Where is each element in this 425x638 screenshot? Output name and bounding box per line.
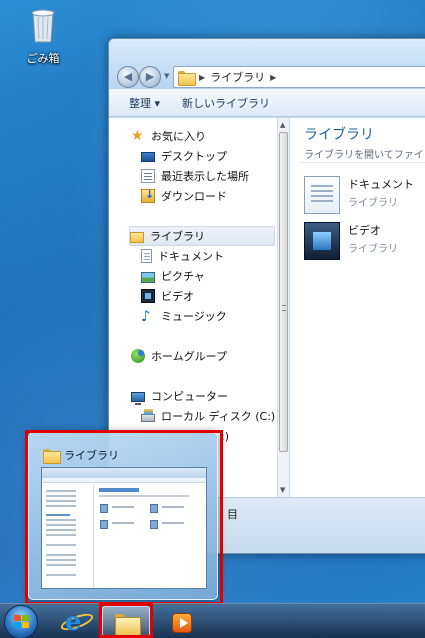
star-icon: ★ bbox=[131, 128, 144, 144]
back-button[interactable]: ◀ bbox=[117, 66, 139, 88]
library-item-documents[interactable]: ドキュメント ライブラリ bbox=[304, 176, 414, 214]
library-item-kind: ライブラリ bbox=[348, 198, 398, 209]
nav-favorites[interactable]: ★ お気に入り bbox=[131, 126, 206, 146]
nav-music[interactable]: ♪ ミュージック bbox=[141, 306, 227, 326]
breadcrumb-arrow-icon[interactable]: ▶ bbox=[199, 73, 205, 82]
nav-computer-label: コンピューター bbox=[151, 390, 228, 403]
computer-icon bbox=[131, 391, 145, 405]
address-bar[interactable]: ▶ ライブラリ ▶ bbox=[173, 66, 425, 88]
homegroup-icon bbox=[131, 349, 145, 363]
nav-documents[interactable]: ドキュメント bbox=[141, 246, 224, 266]
video-icon bbox=[141, 289, 155, 303]
desktop-icon bbox=[141, 152, 155, 162]
nav-pictures[interactable]: ピクチャ bbox=[141, 266, 205, 286]
document-icon bbox=[141, 249, 152, 263]
nav-recent-label: 最近表示した場所 bbox=[161, 170, 249, 183]
breadcrumb-libraries[interactable]: ライブラリ bbox=[210, 69, 265, 85]
nav-downloads[interactable]: ダウンロード bbox=[141, 186, 227, 206]
scroll-up-icon[interactable]: ▲ bbox=[280, 121, 285, 129]
nav-recent-places[interactable]: 最近表示した場所 bbox=[141, 166, 249, 186]
videos-library-icon bbox=[304, 222, 340, 260]
nav-documents-label: ドキュメント bbox=[158, 250, 224, 263]
navigation-scrollbar[interactable]: ▲ ▼ bbox=[277, 118, 289, 497]
content-subtitle: ライブラリを開いてファイ bbox=[304, 150, 424, 161]
nav-local-disk[interactable]: ローカル ディスク (C:) bbox=[141, 406, 275, 426]
nav-downloads-label: ダウンロード bbox=[161, 190, 227, 203]
library-item-name: ビデオ bbox=[348, 224, 381, 237]
nav-homegroup[interactable]: ホームグループ bbox=[131, 346, 227, 366]
nav-videos[interactable]: ビデオ bbox=[141, 286, 194, 306]
highlight-frame-taskbar bbox=[99, 603, 153, 638]
picture-icon bbox=[141, 271, 155, 283]
documents-library-icon bbox=[304, 176, 340, 214]
nav-favorites-label: お気に入り bbox=[151, 130, 206, 143]
nav-homegroup-label: ホームグループ bbox=[151, 350, 228, 363]
taskbar-internet-explorer[interactable]: e bbox=[58, 606, 100, 638]
nav-second-drive-label: :) bbox=[221, 429, 229, 443]
nav-desktop[interactable]: デスクトップ bbox=[141, 146, 227, 166]
content-title: ライブラリ bbox=[304, 127, 374, 143]
nav-second-drive-clipped[interactable]: :) bbox=[221, 426, 229, 446]
downloads-icon bbox=[141, 188, 155, 203]
recent-pages-dropdown[interactable]: ▼ bbox=[164, 72, 169, 80]
library-folder-icon bbox=[130, 231, 144, 243]
organize-button[interactable]: 整理 ▾ bbox=[129, 95, 160, 111]
internet-explorer-icon: e bbox=[65, 607, 82, 637]
breadcrumb-arrow-icon[interactable]: ▶ bbox=[270, 73, 276, 82]
nav-libraries[interactable]: ライブラリ bbox=[129, 226, 275, 246]
command-bar: 整理 ▾ 新しいライブラリ bbox=[109, 89, 425, 117]
details-pane-glyph: 目 bbox=[227, 508, 238, 521]
new-library-button[interactable]: 新しいライブラリ bbox=[182, 95, 270, 111]
recycle-bin-label: ごみ箱 bbox=[26, 52, 60, 65]
thumbnail-title-bar: ライブラリ bbox=[43, 447, 119, 464]
recent-places-icon bbox=[141, 169, 155, 183]
recycle-bin[interactable]: ごみ箱 bbox=[14, 6, 72, 66]
nav-libraries-label: ライブラリ bbox=[150, 230, 205, 243]
nav-local-disk-label: ローカル ディスク (C:) bbox=[161, 410, 276, 423]
taskbar-thumbnail-preview[interactable]: ライブラリ bbox=[28, 432, 218, 600]
taskbar: e bbox=[0, 603, 425, 638]
scrollbar-thumb[interactable] bbox=[279, 132, 288, 452]
library-folder-icon bbox=[43, 448, 61, 464]
recycle-bin-icon bbox=[31, 9, 55, 43]
nav-music-label: ミュージック bbox=[161, 310, 227, 323]
library-item-name: ドキュメント bbox=[348, 178, 414, 191]
local-disk-icon bbox=[141, 409, 155, 422]
thumbnail-window-image bbox=[41, 467, 207, 589]
thumbnail-title: ライブラリ bbox=[64, 449, 119, 462]
nav-desktop-label: デスクトップ bbox=[161, 150, 227, 163]
library-folder-icon bbox=[178, 70, 196, 86]
library-item-videos[interactable]: ビデオ ライブラリ bbox=[304, 222, 398, 260]
media-player-icon bbox=[172, 613, 192, 633]
scroll-down-icon[interactable]: ▼ bbox=[280, 486, 285, 494]
music-note-icon: ♪ bbox=[141, 307, 151, 325]
nav-computer[interactable]: コンピューター bbox=[131, 386, 228, 406]
start-button[interactable] bbox=[4, 605, 38, 638]
nav-pictures-label: ピクチャ bbox=[161, 270, 205, 283]
library-item-kind: ライブラリ bbox=[348, 244, 398, 255]
windows-flag-icon bbox=[14, 615, 30, 630]
forward-button[interactable]: ▶ bbox=[139, 66, 161, 88]
content-divider bbox=[300, 162, 425, 163]
nav-videos-label: ビデオ bbox=[161, 290, 194, 303]
content-pane: ライブラリ ライブラリを開いてファイ ドキュメント ライブラリ ビデオ ライブラ… bbox=[290, 118, 425, 497]
taskbar-media-player[interactable] bbox=[162, 606, 204, 638]
